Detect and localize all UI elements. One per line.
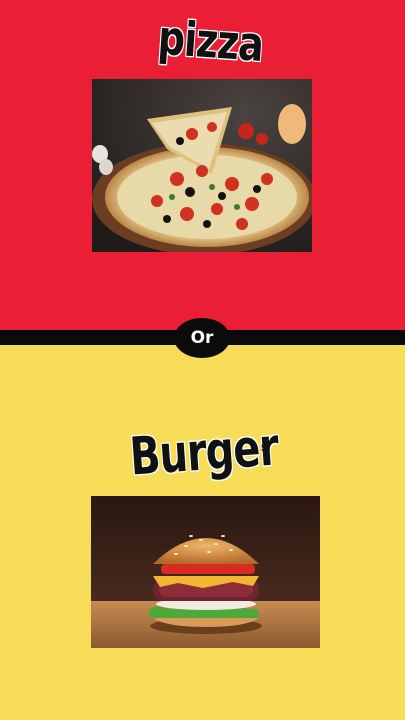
pizza-title: pizza — [156, 10, 265, 73]
burger-title-suffix: s — [261, 440, 269, 454]
burger-title: Burger — [128, 417, 280, 488]
or-separator: Or — [174, 318, 230, 358]
pizza-image — [92, 79, 312, 252]
burger-image — [91, 496, 320, 648]
